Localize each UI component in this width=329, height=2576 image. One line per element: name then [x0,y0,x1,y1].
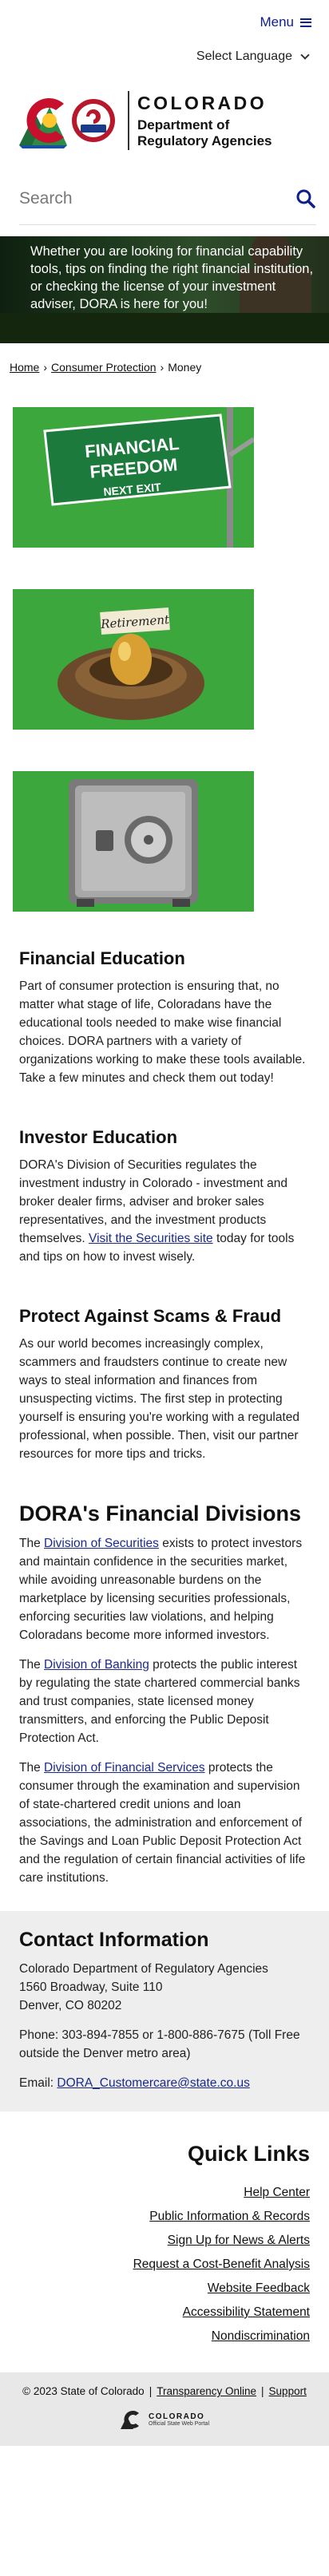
search-bar [19,172,316,225]
contact-section: Contact Information Colorado Department … [0,1911,329,2111]
contact-line3: Denver, CO 80202 [19,1999,122,2012]
financial-education-body: Part of consumer protection is ensuring … [19,979,306,1085]
breadcrumb-separator: › [160,361,164,374]
quick-link-nondiscrimination[interactable]: Nondiscrimination [19,2329,310,2344]
retirement-nest-image: Retirement [13,589,254,730]
quick-link-cost-benefit[interactable]: Request a Cost-Benefit Analysis [19,2257,310,2272]
colorado-c-logo-icon [19,98,67,148]
division-securities-paragraph: The Division of Securities exists to pro… [19,1534,310,1644]
division-text: The [19,1658,41,1672]
division-banking-link[interactable]: Division of Banking [44,1658,149,1672]
footer-copyright: © 2023 State of Colorado [22,2385,145,2397]
division-text: The [19,1761,41,1775]
quick-link-news-alerts[interactable]: Sign Up for News & Alerts [19,2234,310,2248]
breadcrumb: Home › Consumer Protection › Money [0,343,329,396]
financial-education-section: Financial Education Part of consumer pro… [0,948,329,1087]
financial-education-title: Financial Education [19,948,185,968]
logo-divider [128,91,129,150]
division-text: The [19,1537,41,1550]
site-logo[interactable]: COLORADO Department of Regulatory Agenci… [0,69,329,172]
contact-phone: Phone: 303-894-7855 or 1-800-886-7675 (T… [19,2028,300,2060]
footer-portal-logo[interactable]: COLORADO Official State Web Portal [120,2408,209,2431]
divisions-section: DORA's Financial Divisions The Division … [0,1502,329,1887]
footer-links: © 2023 State of Colorado | Transparency On… [13,2385,316,2397]
safe-image [13,771,254,912]
quick-links-section: Quick Links Help Center Public Informati… [0,2111,329,2372]
division-securities-link[interactable]: Division of Securities [44,1537,159,1550]
scams-section: Protect Against Scams & Fraud As our wor… [0,1306,329,1463]
investor-education-body: DORA's Division of Securities regulates … [19,1156,310,1266]
logo-dept-line1: Department of [137,117,230,133]
contact-address: Colorado Department of Regulatory Agenci… [19,1960,310,2015]
division-banking-paragraph: The Division of Banking protects the pub… [19,1656,310,1747]
scams-body: As our world becomes increasingly comple… [19,1337,300,1461]
hamburger-icon [300,18,311,27]
divisions-title: DORA's Financial Divisions [19,1502,302,1525]
safe-icon [69,779,198,907]
securities-site-link[interactable]: Visit the Securities site [89,1232,213,1245]
division-text: protects the consumer through the examin… [19,1761,306,1885]
colorado-portal-icon [121,2411,139,2429]
contact-email-row: Email: DORA_Customercare@state.co.us [19,2074,310,2092]
language-label: Select Language [196,49,292,63]
site-footer: © 2023 State of Colorado | Transparency On… [0,2372,329,2446]
footer-transparency-link[interactable]: Transparency Online [157,2385,256,2397]
hero-banner: Whether you are looking for financial ca… [0,236,329,343]
contact-line1: Colorado Department of Regulatory Agenci… [19,1962,268,1976]
footer-portal-word: COLORADO [149,2412,205,2421]
breadcrumb-home[interactable]: Home [10,361,39,374]
footer-separator: | [149,2385,153,2397]
financial-freedom-image: FINANCIAL FREEDOM NEXT EXIT [13,407,254,548]
quick-link-help-center[interactable]: Help Center [19,2186,310,2200]
search-input[interactable] [19,188,259,208]
quick-link-accessibility[interactable]: Accessibility Statement [19,2305,310,2320]
nest-egg-icon: Retirement [57,607,204,720]
language-selector[interactable]: Select Language [0,45,329,69]
quick-link-feedback[interactable]: Website Feedback [19,2281,310,2296]
contact-email-label: Email: [19,2076,54,2090]
division-text: exists to protect investors and maintain… [19,1537,303,1642]
menu-label: Menu [260,14,294,30]
dora-seal-icon [72,99,115,142]
investor-education-section: Investor Education DORA's Division of Se… [0,1127,329,1266]
division-financial-services-paragraph: The Division of Financial Services prote… [19,1759,310,1887]
logo-dept-line2: Regulatory Agencies [137,133,272,148]
investor-education-title: Investor Education [19,1127,178,1147]
scams-title: Protect Against Scams & Fraud [19,1306,282,1326]
quick-links-title: Quick Links [187,2142,310,2166]
menu-button[interactable]: Menu [260,14,311,30]
quick-link-public-information[interactable]: Public Information & Records [19,2210,310,2224]
highway-sign-icon: FINANCIAL FREEDOM NEXT EXIT [43,407,254,548]
contact-title: Contact Information [19,1929,209,1951]
division-financial-services-link[interactable]: Division of Financial Services [44,1761,205,1775]
breadcrumb-consumer-protection[interactable]: Consumer Protection [51,361,157,374]
contact-line2: 1560 Broadway, Suite 110 [19,1980,163,1994]
contact-email-link[interactable]: DORA_Customercare@state.co.us [57,2076,249,2090]
breadcrumb-separator: › [43,361,48,374]
search-icon[interactable] [295,188,316,209]
footer-separator: | [261,2385,264,2397]
chevron-down-icon [300,50,310,60]
top-bar: Menu [0,0,329,45]
breadcrumb-current: Money [168,361,202,374]
footer-portal-sub: Official State Web Portal [149,2421,209,2427]
hero-text: Whether you are looking for financial ca… [30,244,314,311]
logo-colorado-text: COLORADO [137,92,268,113]
footer-support-link[interactable]: Support [269,2385,307,2397]
